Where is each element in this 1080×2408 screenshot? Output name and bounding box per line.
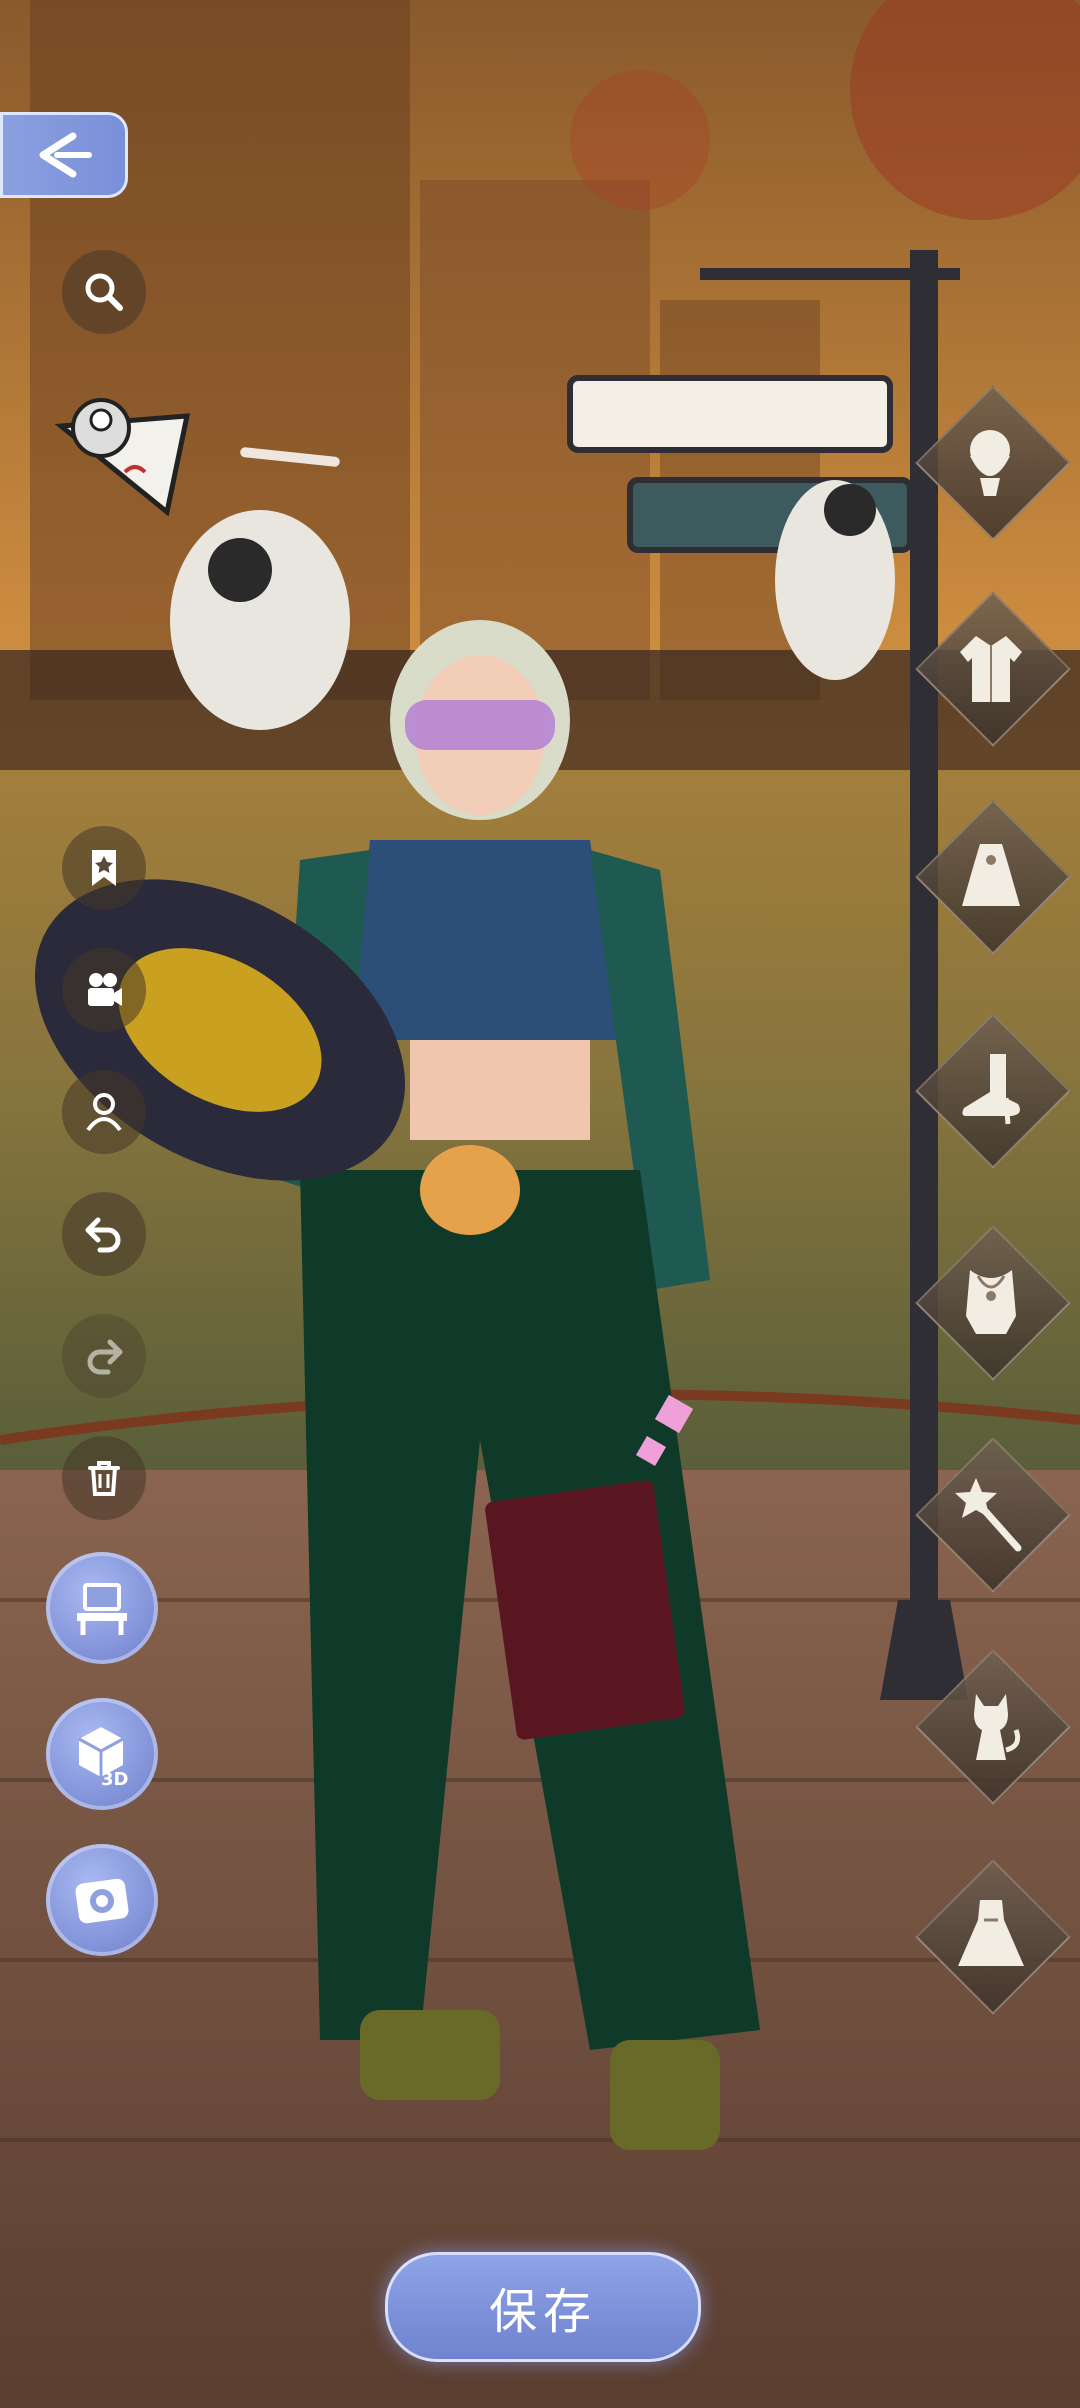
redo-button[interactable] xyxy=(62,1314,146,1398)
wand-icon xyxy=(955,1478,1022,1552)
dresser-button[interactable] xyxy=(46,1552,158,1664)
undo-icon xyxy=(85,1217,121,1253)
cube-3d-icon: 3D xyxy=(78,1727,128,1789)
hair-icon xyxy=(970,430,1010,496)
video-button[interactable] xyxy=(62,948,146,1032)
category-dress[interactable] xyxy=(915,1859,1071,2015)
redo-icon xyxy=(87,1339,123,1375)
shoe-icon xyxy=(962,1054,1020,1125)
camera-icon xyxy=(88,973,122,1006)
save-button[interactable]: 保存 xyxy=(385,2252,701,2362)
back-arrow-icon xyxy=(39,132,92,178)
background-scene xyxy=(0,0,1080,2408)
bookmark-star-icon xyxy=(92,850,116,886)
avatar-badge[interactable] xyxy=(54,382,195,522)
save-button-label: 保存 xyxy=(488,2284,597,2340)
view-3d-button[interactable]: 3D xyxy=(46,1698,158,1810)
necklace-icon xyxy=(966,1270,1016,1334)
category-hair[interactable] xyxy=(915,385,1071,541)
search-icon xyxy=(85,273,123,311)
category-shoes[interactable] xyxy=(915,1013,1071,1169)
undo-button[interactable] xyxy=(62,1192,146,1276)
category-jacket[interactable] xyxy=(915,591,1071,747)
photo-camera-icon xyxy=(75,1878,129,1924)
top-icon xyxy=(962,844,1020,906)
pose-button[interactable] xyxy=(62,1070,146,1154)
3d-label: 3D xyxy=(101,1769,128,1789)
back-button[interactable] xyxy=(0,112,128,198)
vanity-icon xyxy=(77,1583,127,1635)
category-top[interactable] xyxy=(915,799,1071,955)
dressup-scene xyxy=(0,0,1080,2408)
search-button[interactable] xyxy=(62,250,146,334)
delete-button[interactable] xyxy=(62,1436,146,1520)
trash-icon xyxy=(88,1461,120,1496)
dress-icon xyxy=(958,1900,1024,1966)
category-accessory[interactable] xyxy=(915,1437,1071,1593)
category-pet[interactable] xyxy=(915,1649,1071,1805)
favorite-button[interactable] xyxy=(62,826,146,910)
photo-button[interactable] xyxy=(46,1844,158,1956)
person-icon xyxy=(86,1093,122,1132)
avatar-stamp-icon xyxy=(54,398,191,517)
category-necklace[interactable] xyxy=(915,1225,1071,1381)
cat-icon xyxy=(974,1694,1021,1760)
jacket-icon xyxy=(960,636,1022,702)
